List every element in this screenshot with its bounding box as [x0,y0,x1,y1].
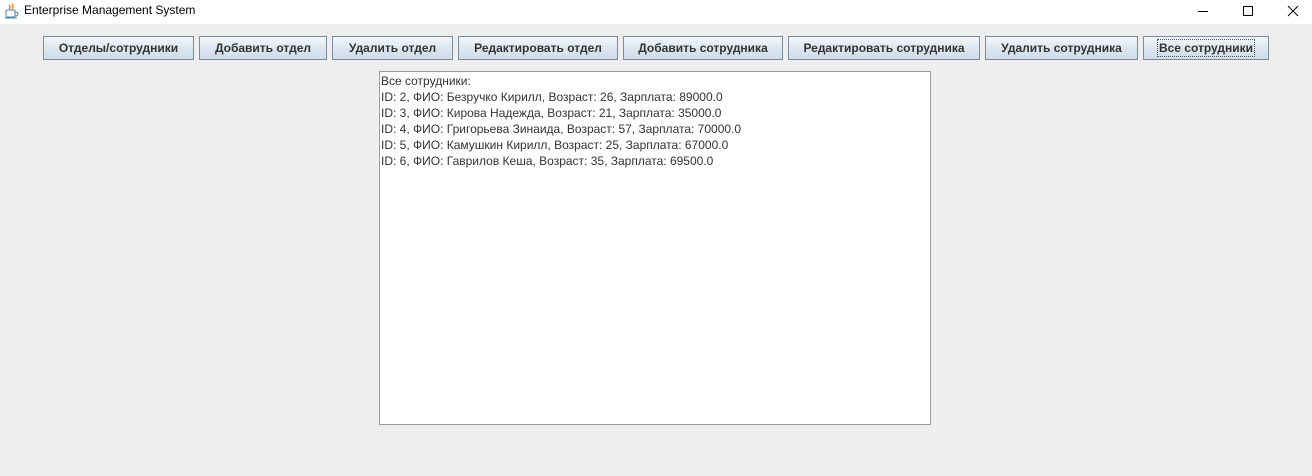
delete-employee-button[interactable]: Удалить сотрудника [985,36,1138,60]
window-title: Enterprise Management System [24,3,196,17]
button-label: Добавить отдел [214,41,312,55]
java-cup-icon[interactable] [4,3,20,19]
button-label: Отделы/сотрудники [58,41,179,55]
window-titlebar[interactable]: Enterprise Management System [0,0,1312,24]
employee-line: ID: 3, ФИО: Кирова Надежда, Возраст: 21,… [381,106,722,120]
add-department-button[interactable]: Добавить отдел [199,36,327,60]
output-text-area[interactable]: Все сотрудники: ID: 2, ФИО: Безручко Кир… [379,71,931,425]
button-label: Редактировать сотрудника [803,41,965,55]
all-employees-button[interactable]: Все сотрудники [1143,36,1269,60]
minimize-button[interactable] [1180,0,1226,22]
close-icon [1287,5,1299,17]
close-button[interactable] [1270,0,1312,22]
button-label: Удалить сотрудника [1001,41,1122,55]
employee-line: ID: 6, ФИО: Гаврилов Кеша, Возраст: 35, … [381,154,714,168]
maximize-button[interactable] [1225,0,1271,22]
edit-employee-button[interactable]: Редактировать сотрудника [788,36,980,60]
employee-line: ID: 5, ФИО: Камушкин Кирилл, Возраст: 25… [381,138,729,152]
employee-line: ID: 2, ФИО: Безручко Кирилл, Возраст: 26… [381,90,723,104]
employee-line: ID: 4, ФИО: Григорьева Зинаида, Возраст:… [381,122,742,136]
button-label: Все сотрудники [1156,39,1256,57]
output-header: Все сотрудники: [381,74,471,88]
button-label: Редактировать отдел [474,41,602,55]
button-label: Удалить отдел [348,41,437,55]
minimize-icon [1198,11,1208,12]
maximize-icon [1243,6,1253,16]
edit-department-button[interactable]: Редактировать отдел [458,36,618,60]
button-label: Добавить сотрудника [638,41,768,55]
add-employee-button[interactable]: Добавить сотрудника [623,36,783,60]
delete-department-button[interactable]: Удалить отдел [332,36,453,60]
departments-employees-button[interactable]: Отделы/сотрудники [43,36,194,60]
